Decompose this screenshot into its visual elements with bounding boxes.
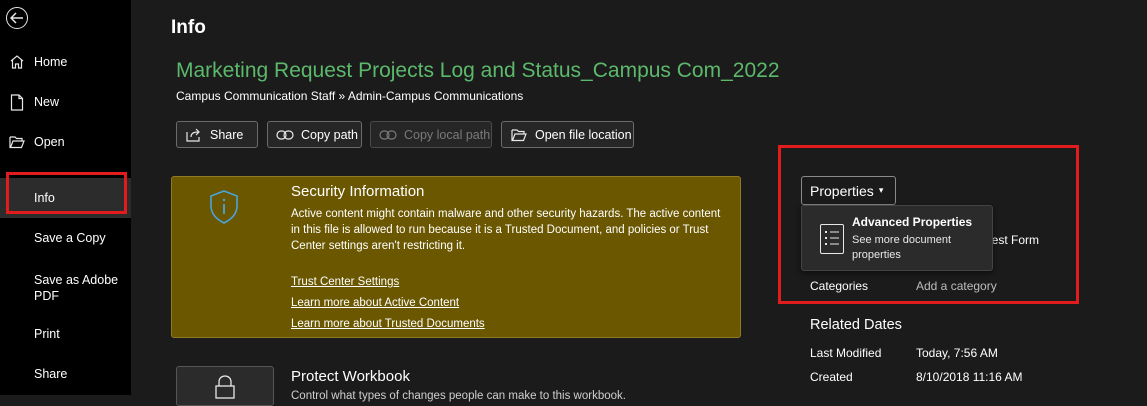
copy-path-label: Copy path bbox=[301, 128, 358, 142]
sidebar-item-open[interactable]: Open bbox=[0, 122, 131, 162]
security-information-title: Security Information bbox=[291, 183, 424, 200]
sidebar-item-new[interactable]: New bbox=[0, 82, 131, 122]
sidebar-item-label: Save as Adobe PDF bbox=[34, 272, 119, 304]
new-document-icon bbox=[9, 93, 25, 111]
sidebar-item-label: Open bbox=[34, 134, 65, 150]
created-label: Created bbox=[810, 370, 853, 384]
sidebar-item-label: Share bbox=[34, 366, 67, 382]
copy-local-path-button[interactable]: Copy local path bbox=[370, 121, 492, 148]
security-information-panel bbox=[171, 176, 741, 338]
sidebar-item-label: Print bbox=[34, 326, 60, 342]
shield-info-icon bbox=[208, 189, 240, 225]
open-file-location-label: Open file location bbox=[535, 128, 632, 142]
link-icon bbox=[276, 127, 294, 143]
share-button-label: Share bbox=[210, 128, 243, 142]
link-icon bbox=[379, 127, 397, 143]
sidebar-item-label: Save a Copy bbox=[34, 230, 106, 246]
sidebar-item-save-a-copy[interactable]: Save a Copy bbox=[0, 218, 131, 258]
folder-open-icon bbox=[9, 133, 25, 151]
share-icon bbox=[185, 127, 203, 143]
share-button[interactable]: Share bbox=[176, 121, 258, 148]
sidebar-item-print[interactable]: Print bbox=[0, 314, 131, 354]
protect-workbook-button[interactable] bbox=[176, 366, 274, 406]
folder-open-icon bbox=[510, 127, 528, 143]
back-arrow-icon[interactable] bbox=[6, 7, 28, 29]
sidebar-item-save-as-adobe-pdf[interactable]: Save as Adobe PDF bbox=[0, 264, 131, 312]
copy-path-button[interactable]: Copy path bbox=[267, 121, 362, 148]
copy-local-path-label: Copy local path bbox=[404, 128, 490, 142]
sidebar-item-label: New bbox=[34, 94, 59, 110]
trust-center-settings-link[interactable]: Trust Center Settings bbox=[291, 276, 399, 288]
protect-workbook-title: Protect Workbook bbox=[291, 368, 410, 385]
security-information-text: Active content might contain malware and… bbox=[291, 206, 731, 254]
last-modified-value: Today, 7:56 AM bbox=[916, 346, 998, 360]
last-modified-label: Last Modified bbox=[810, 346, 881, 360]
breadcrumb: Campus Communication Staff » Admin-Campu… bbox=[176, 89, 523, 103]
open-file-location-button[interactable]: Open file location bbox=[501, 121, 634, 148]
created-value: 8/10/2018 11:16 AM bbox=[916, 370, 1023, 384]
document-title[interactable]: Marketing Request Projects Log and Statu… bbox=[176, 59, 780, 83]
info-highlight-box bbox=[6, 172, 127, 214]
home-icon bbox=[9, 53, 25, 71]
sidebar-item-share[interactable]: Share bbox=[0, 354, 131, 394]
protect-workbook-description: Control what types of changes people can… bbox=[291, 390, 626, 402]
lock-icon bbox=[214, 375, 236, 404]
sidebar-item-home[interactable]: Home bbox=[0, 42, 131, 82]
active-content-link[interactable]: Learn more about Active Content bbox=[291, 297, 459, 309]
properties-highlight-box bbox=[778, 145, 1079, 304]
page-title: Info bbox=[171, 17, 206, 39]
trusted-documents-link[interactable]: Learn more about Trusted Documents bbox=[291, 318, 485, 330]
related-dates-title: Related Dates bbox=[810, 317, 902, 333]
sidebar-item-label: Home bbox=[34, 54, 67, 70]
